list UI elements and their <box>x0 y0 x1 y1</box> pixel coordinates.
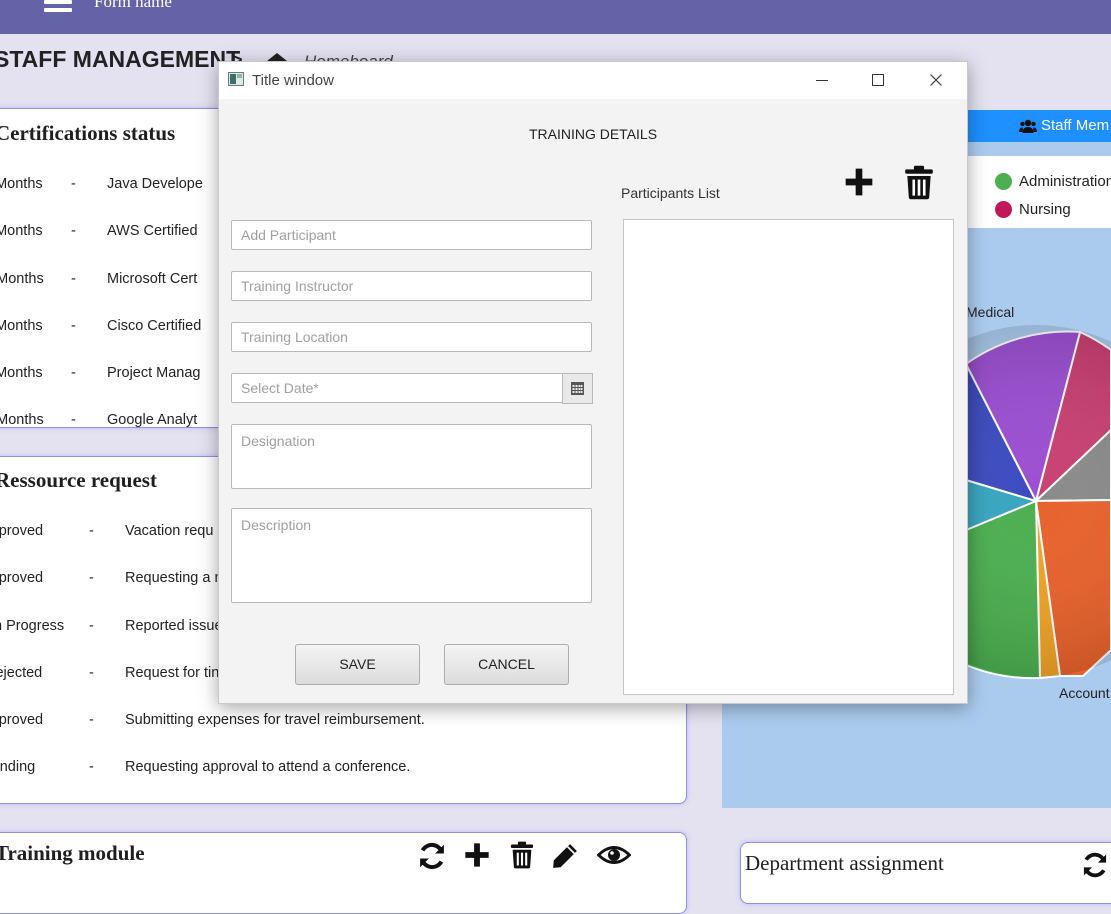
separator: - <box>89 712 94 728</box>
legend-label: Nursing <box>1019 201 1071 218</box>
department-assignment-panel: Department assignment <box>740 842 1111 904</box>
request-text: Reported issue <box>125 618 223 634</box>
request-text: Request for tin <box>125 665 220 681</box>
window-app-icon <box>228 72 244 86</box>
training-module-title: Training module <box>0 841 145 865</box>
hamburger-menu-icon[interactable] <box>44 0 72 12</box>
close-icon <box>930 74 942 86</box>
cert-name: Microsoft Cert <box>107 271 198 287</box>
cert-name: Java Develope <box>107 176 203 192</box>
cert-duration: 4 Months <box>0 176 43 192</box>
legend-swatch <box>995 173 1012 190</box>
date-input[interactable] <box>231 373 563 403</box>
add-participant-input[interactable] <box>231 220 592 250</box>
description-field[interactable] <box>231 508 592 603</box>
staff-members-label: Staff Mem <box>1041 117 1110 134</box>
training-module-panel: Training module <box>0 832 687 914</box>
request-text: Requesting a n <box>125 570 223 586</box>
separator: - <box>71 271 76 287</box>
training-location-input[interactable] <box>231 322 592 352</box>
calendar-icon <box>571 382 584 395</box>
trash-icon[interactable] <box>510 841 534 869</box>
separator: - <box>71 365 76 381</box>
add-participant-icon[interactable] <box>843 166 875 198</box>
separator: - <box>89 523 94 539</box>
certifications-title: Certifications status <box>0 121 176 145</box>
request-text: Submitting expenses for travel reimburse… <box>125 712 425 728</box>
designation-field[interactable] <box>231 424 592 489</box>
request-status: Approved <box>0 523 44 539</box>
window-title: Title window <box>252 72 334 89</box>
training-details-dialog: Title window TRAINING DETAILS SAVE CANCE… <box>218 61 968 704</box>
edit-icon[interactable] <box>550 841 580 871</box>
training-instructor-input[interactable] <box>231 271 592 301</box>
separator: - <box>89 570 94 586</box>
request-status: Rejected <box>0 665 43 681</box>
request-status: Approved <box>0 570 44 586</box>
cert-name: Google Analyt <box>107 412 198 428</box>
legend-label: Administration <box>1019 173 1111 190</box>
users-icon <box>1019 119 1037 133</box>
top-bar: Form name <box>0 0 1111 34</box>
close-button[interactable] <box>913 62 959 99</box>
maximize-icon <box>872 74 884 86</box>
separator: - <box>71 223 76 239</box>
cert-duration: 6 Months <box>0 365 43 381</box>
chart-legend: Administration Nursing <box>965 156 1111 228</box>
cert-name: Cisco Certified <box>107 318 202 334</box>
cert-name: AWS Certified <box>107 223 198 239</box>
refresh-icon[interactable] <box>1081 851 1109 879</box>
request-status: Pending <box>0 759 36 775</box>
minimize-button[interactable] <box>799 62 845 99</box>
page-title: STAFF MANAGEMENT <box>0 46 241 72</box>
cert-duration: 8 Months <box>0 318 43 334</box>
separator: - <box>89 618 94 634</box>
separator: - <box>71 412 76 428</box>
resource-request-title: Ressource request <box>0 468 157 492</box>
request-text: Requesting approval to attend a conferen… <box>125 759 411 775</box>
delete-participant-icon[interactable] <box>904 165 934 200</box>
separator: - <box>89 665 94 681</box>
separator: - <box>89 759 94 775</box>
request-status: In Progress <box>0 618 65 634</box>
staff-members-button[interactable]: Staff Mem <box>965 110 1111 142</box>
participants-list-label: Participants List <box>621 185 720 201</box>
cert-name: Project Manag <box>107 365 201 381</box>
form-name-label: Form name <box>94 0 172 11</box>
minimize-icon <box>816 80 828 81</box>
dialog-heading: TRAINING DETAILS <box>528 126 658 142</box>
separator: - <box>71 318 76 334</box>
certifications-panel: Certifications status 4 Months - Java De… <box>0 108 232 428</box>
cert-duration: 12 Months <box>0 271 44 287</box>
cancel-button[interactable]: CANCEL <box>444 644 569 685</box>
cert-duration: 6 Months <box>0 223 43 239</box>
save-button[interactable]: SAVE <box>295 644 420 685</box>
request-text: Vacation requ <box>125 523 214 539</box>
add-icon[interactable] <box>463 841 491 869</box>
cert-duration: 12 Months <box>0 412 44 428</box>
request-status: Approved <box>0 712 44 728</box>
maximize-button[interactable] <box>855 62 901 99</box>
refresh-icon[interactable] <box>417 841 447 871</box>
department-assignment-title: Department assignment <box>745 851 944 875</box>
date-picker-button[interactable] <box>562 373 593 404</box>
view-icon[interactable] <box>597 843 631 867</box>
separator: - <box>71 176 76 192</box>
participants-list[interactable] <box>623 219 954 695</box>
window-titlebar[interactable]: Title window <box>219 62 967 99</box>
legend-swatch <box>995 201 1012 218</box>
